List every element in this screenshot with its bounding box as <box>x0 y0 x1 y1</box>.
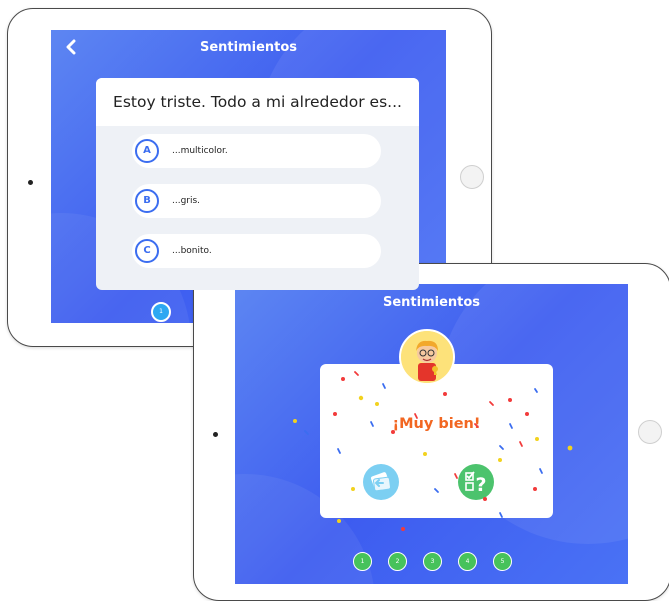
quiz-question-icon: ? <box>465 471 487 496</box>
progress-dot[interactable]: 3 <box>423 552 442 571</box>
page-title: Sentimientos <box>199 40 298 55</box>
svg-text:?: ? <box>475 474 486 496</box>
camera-dot <box>28 180 33 185</box>
character-avatar <box>399 329 455 385</box>
question-card: Estoy triste. Todo a mi alrededor es... … <box>96 78 419 290</box>
option-letter: B <box>135 189 159 213</box>
option-text: ...bonito. <box>172 246 212 256</box>
question-text: Estoy triste. Todo a mi alrededor es... <box>96 78 419 126</box>
progress-dot[interactable]: 2 <box>388 552 407 571</box>
review-button[interactable] <box>363 464 399 500</box>
option-c[interactable]: C ...bonito. <box>132 234 381 268</box>
progress-dot[interactable]: 5 <box>493 552 512 571</box>
home-button[interactable] <box>638 420 662 444</box>
option-a[interactable]: A ...multicolor. <box>132 134 381 168</box>
option-text: ...multicolor. <box>172 146 228 156</box>
feedback-text: ¡Muy bien! <box>392 416 481 432</box>
progress-dot[interactable]: 1 <box>353 552 372 571</box>
front-tablet: Sentimientos ¡Muy bien! ? 1 2 3 4 5 <box>193 263 669 601</box>
review-cards-icon <box>370 472 391 492</box>
option-letter: A <box>135 139 159 163</box>
feedback-card: ¡Muy bien! ? <box>320 364 553 518</box>
home-button[interactable] <box>460 165 484 189</box>
option-b[interactable]: B ...gris. <box>132 184 381 218</box>
result-screen: Sentimientos ¡Muy bien! ? 1 2 3 4 5 <box>235 284 628 584</box>
progress-dot-current[interactable]: 1 <box>151 302 171 322</box>
question-screen: Sentimientos Estoy triste. Todo a mi alr… <box>51 30 446 323</box>
camera-dot <box>213 432 218 437</box>
quiz-button[interactable]: ? <box>458 464 494 500</box>
page-title: Sentimientos <box>382 295 481 310</box>
progress-dot[interactable]: 4 <box>458 552 477 571</box>
option-text: ...gris. <box>172 196 201 206</box>
option-letter: C <box>135 239 159 263</box>
